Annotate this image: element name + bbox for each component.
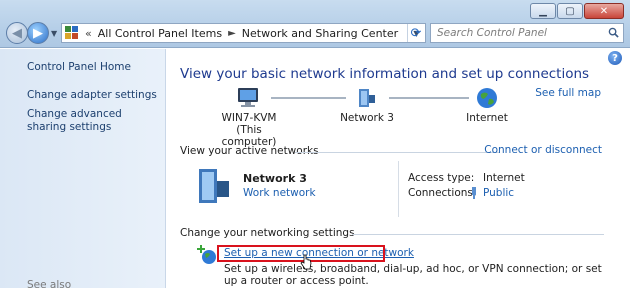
sidebar-item-control-panel-home[interactable]: Control Panel Home (27, 61, 131, 74)
address-overflow[interactable]: « (85, 27, 92, 40)
address-bar[interactable]: « All Control Panel Items ► Network and … (61, 23, 426, 43)
sidebar: Control Panel Home Change adapter settin… (0, 49, 166, 288)
search-placeholder: Search Control Panel (437, 27, 547, 39)
active-networks-title: View your active networks (180, 145, 319, 157)
breadcrumb-network-and-sharing-center[interactable]: Network and Sharing Center (242, 27, 398, 40)
access-type-value: Internet (483, 172, 525, 184)
globe-icon (477, 88, 497, 108)
connection-public-link[interactable]: Public (483, 187, 514, 199)
maximize-button[interactable]: ▢ (557, 3, 583, 19)
window-controls: ▁ ▢ ✕ (530, 3, 624, 19)
see-also-label: See also (27, 279, 72, 288)
computer-icon (238, 88, 258, 107)
section-divider (352, 234, 604, 235)
breadcrumb-all-control-panel-items[interactable]: All Control Panel Items (98, 27, 222, 40)
search-input[interactable]: Search Control Panel (430, 23, 624, 43)
hand-cursor-icon (300, 254, 312, 270)
recent-pages-dropdown[interactable]: ▼ (51, 29, 57, 38)
new-connection-icon (197, 245, 216, 264)
map-node-computer-label: WIN7-KVM (221, 112, 277, 124)
map-node-network-label: Network 3 (340, 112, 394, 124)
help-icon[interactable]: ? (608, 51, 622, 65)
search-icon[interactable] (608, 27, 619, 38)
connect-or-disconnect-link[interactable]: Connect or disconnect (484, 144, 602, 156)
connections-label: Connections: (408, 187, 477, 199)
map-node-internet[interactable]: Internet (452, 87, 522, 124)
access-type-label: Access type: (408, 172, 475, 184)
sidebar-item-change-adapter-settings[interactable]: Change adapter settings (27, 89, 157, 102)
map-node-network[interactable]: Network 3 (332, 87, 402, 124)
forward-button[interactable]: ▶ (27, 22, 49, 44)
section-divider (295, 152, 500, 153)
control-panel-icon (65, 26, 81, 40)
refresh-button[interactable]: ⟳ (406, 24, 426, 42)
main-content: ? View your basic network information an… (167, 49, 630, 288)
minimize-button[interactable]: ▁ (530, 3, 556, 19)
networking-settings-title: Change your networking settings (180, 227, 355, 239)
adapter-icon (472, 187, 476, 199)
back-button[interactable]: ◀ (6, 22, 28, 44)
close-button[interactable]: ✕ (584, 3, 624, 19)
see-full-map-link[interactable]: See full map (535, 87, 601, 99)
title-bar: ▁ ▢ ✕ ◀ ▶ ▼ « All Control Panel Items ► … (0, 0, 630, 48)
page-title: View your basic network information and … (180, 66, 590, 82)
network-type-link[interactable]: Work network (243, 187, 316, 199)
breadcrumb-separator[interactable]: ► (228, 28, 236, 39)
network-name: Network 3 (243, 172, 307, 185)
sidebar-item-change-advanced-sharing-settings[interactable]: Change advanced sharing settings (27, 108, 157, 134)
network-icon (359, 89, 375, 107)
vertical-divider (398, 161, 399, 217)
setup-connection-description: Set up a wireless, broadband, dial-up, a… (224, 263, 602, 287)
network-icon (199, 169, 229, 203)
map-node-internet-label: Internet (466, 112, 508, 124)
